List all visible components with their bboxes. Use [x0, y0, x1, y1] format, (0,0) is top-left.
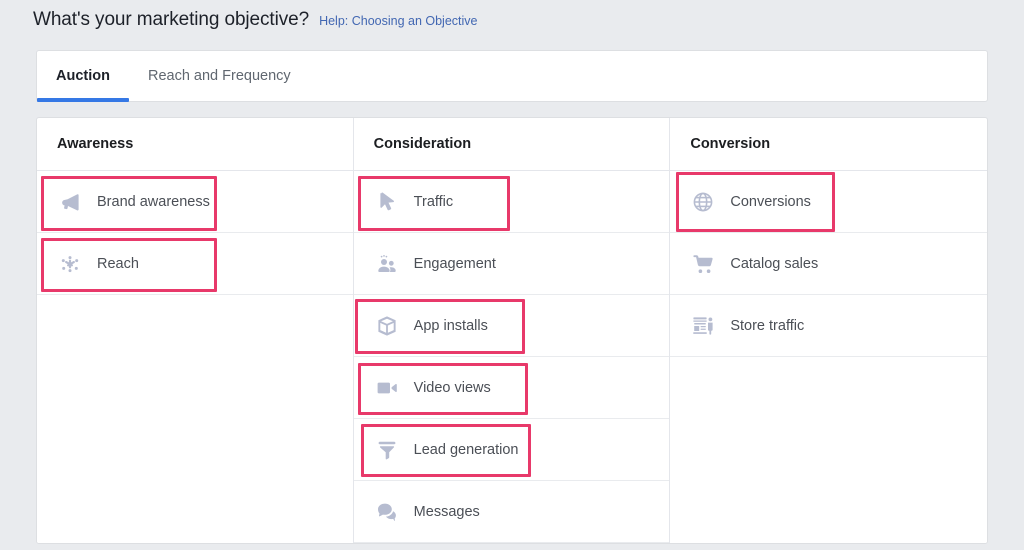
cursor-icon [374, 189, 400, 215]
speech-bubbles-icon [374, 499, 400, 525]
page-title: What's your marketing objective? [33, 9, 309, 31]
objective-label: Traffic [414, 194, 453, 210]
column-header: Consideration [354, 118, 670, 171]
objective-column-conversion: Conversion Conversions Catalog sales Store … [670, 118, 987, 543]
objective-label: Lead generation [414, 442, 519, 458]
column-empty-space [37, 295, 353, 543]
objectives-card: Awareness Brand awareness Reach Considerati… [36, 117, 988, 544]
objective-reach[interactable]: Reach [37, 233, 353, 295]
objective-lead-generation[interactable]: Lead generation [354, 419, 670, 481]
objective-video-views[interactable]: Video views [354, 357, 670, 419]
video-camera-icon [374, 375, 400, 401]
objective-engagement[interactable]: Engagement [354, 233, 670, 295]
help-choosing-objective-link[interactable]: Help: Choosing an Objective [319, 14, 477, 28]
objective-label: Conversions [730, 194, 811, 210]
objective-label: Engagement [414, 256, 496, 272]
tab-label: Auction [56, 68, 110, 84]
page-header: What's your marketing objective? Help: C… [33, 9, 478, 31]
objective-label: Catalog sales [730, 256, 818, 272]
box-icon [374, 313, 400, 339]
shopping-cart-icon [690, 251, 716, 277]
funnel-icon [374, 437, 400, 463]
objective-label: App installs [414, 318, 488, 334]
column-header: Conversion [670, 118, 987, 171]
starburst-icon [57, 251, 83, 277]
storefront-icon [690, 313, 716, 339]
objective-column-awareness: Awareness Brand awareness Reach [37, 118, 354, 543]
objective-label: Reach [97, 256, 139, 272]
people-icon [374, 251, 400, 277]
objective-traffic[interactable]: Traffic [354, 171, 670, 233]
column-header: Awareness [37, 118, 353, 171]
globe-icon [690, 189, 716, 215]
objective-conversions[interactable]: Conversions [670, 171, 987, 233]
objective-label: Brand awareness [97, 194, 210, 210]
objective-store-traffic[interactable]: Store traffic [670, 295, 987, 357]
objective-label: Video views [414, 380, 491, 396]
objective-column-consideration: Consideration Traffic Engagement App instal… [354, 118, 671, 543]
objective-brand-awareness[interactable]: Brand awareness [37, 171, 353, 233]
objective-app-installs[interactable]: App installs [354, 295, 670, 357]
tab-auction[interactable]: Auction [37, 51, 129, 101]
tab-label: Reach and Frequency [148, 68, 291, 84]
objective-catalog-sales[interactable]: Catalog sales [670, 233, 987, 295]
tab-reach-and-frequency[interactable]: Reach and Frequency [129, 51, 310, 101]
column-empty-space [670, 357, 987, 543]
objective-messages[interactable]: Messages [354, 481, 670, 543]
objective-label: Messages [414, 504, 480, 520]
tab-bar: Auction Reach and Frequency [36, 50, 988, 102]
objective-label: Store traffic [730, 318, 804, 334]
megaphone-icon [57, 189, 83, 215]
